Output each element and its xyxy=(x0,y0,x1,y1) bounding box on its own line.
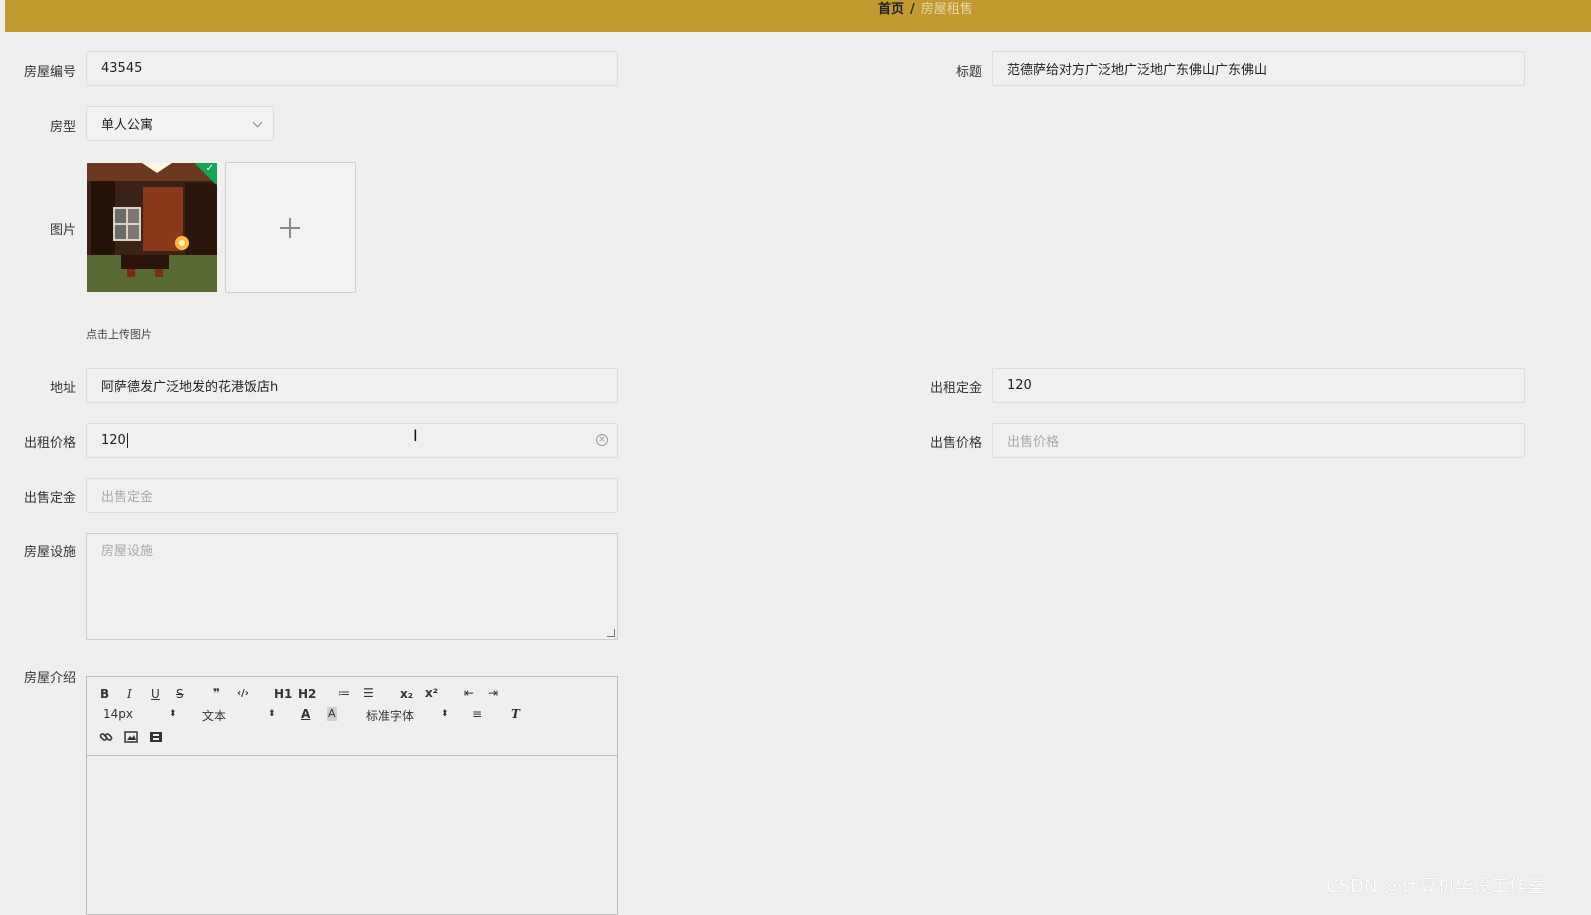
facilities-label: 房屋设施 xyxy=(23,545,76,560)
uploaded-photo[interactable]: ✓ xyxy=(87,163,217,292)
code-button[interactable]: ‹/› xyxy=(237,687,249,701)
font-size-arrows-icon: ⬍ xyxy=(169,709,177,719)
breadcrumb-home[interactable]: 首页 xyxy=(878,2,904,17)
background-color-button[interactable]: A xyxy=(327,707,337,721)
address-input[interactable]: 阿萨德发广泛地发的花港饭店h xyxy=(86,368,618,403)
intro-label: 房屋介绍 xyxy=(23,671,76,686)
title-label: 标题 xyxy=(955,65,982,80)
house-no-label: 房屋编号 xyxy=(23,65,76,80)
image-icon[interactable] xyxy=(124,731,138,743)
breadcrumb-current: 房屋租售 xyxy=(920,2,973,17)
strike-button[interactable]: S xyxy=(176,687,184,701)
blockquote-button[interactable]: ❞ xyxy=(213,686,220,700)
resize-handle[interactable] xyxy=(607,629,615,637)
video-icon[interactable] xyxy=(149,731,163,743)
house-no-input[interactable]: 43545 xyxy=(86,51,618,86)
house-type-select[interactable]: 单人公寓 xyxy=(86,106,274,141)
editor-content-area[interactable] xyxy=(87,756,617,915)
text-caret xyxy=(126,433,128,448)
breadcrumb-separator: / xyxy=(910,2,915,17)
sale-deposit-input[interactable]: 出售定金 xyxy=(86,478,618,513)
facilities-textarea[interactable]: 房屋设施 xyxy=(86,533,618,640)
house-type-value: 单人公寓 xyxy=(101,118,154,133)
rent-deposit-value: 120 xyxy=(1007,378,1032,393)
room-photo-image xyxy=(87,163,217,292)
h2-button[interactable]: H2 xyxy=(298,687,316,701)
editor-toolbar: B I U S ❞ ‹/› H1 H2 ≔ ☰ x₂ x² ⇤ ⇥ 14px ⬍… xyxy=(87,677,617,756)
top-bar: 首页 / 房屋租售 xyxy=(5,0,1591,32)
sale-price-placeholder: 出售价格 xyxy=(1007,435,1060,450)
ordered-list-button[interactable]: ≔ xyxy=(338,686,350,700)
bullet-list-button[interactable]: ☰ xyxy=(363,686,374,700)
indent-button[interactable]: ⇥ xyxy=(488,686,498,700)
sale-price-input[interactable]: 出售价格 xyxy=(992,423,1525,458)
address-label: 地址 xyxy=(49,381,76,396)
house-type-label: 房型 xyxy=(49,120,76,135)
block-type-arrows-icon: ⬍ xyxy=(268,709,276,719)
house-no-value: 43545 xyxy=(101,61,143,76)
facilities-placeholder: 房屋设施 xyxy=(101,544,154,559)
rent-deposit-input[interactable]: 120 xyxy=(992,368,1525,403)
sale-deposit-placeholder: 出售定金 xyxy=(101,490,154,505)
sale-price-label: 出售价格 xyxy=(929,436,982,451)
rent-price-value: 120 xyxy=(101,433,126,448)
image-label: 图片 xyxy=(49,223,76,238)
bold-button[interactable]: B xyxy=(100,687,109,701)
sale-deposit-label: 出售定金 xyxy=(23,491,76,506)
watermark: CSDN @计算机毕设工作室 xyxy=(1326,876,1546,897)
rent-deposit-label: 出租定金 xyxy=(929,381,982,396)
title-value: 范德萨给对方广泛地广泛地广东佛山广东佛山 xyxy=(1007,63,1268,78)
title-input[interactable]: 范德萨给对方广泛地广泛地广东佛山广东佛山 xyxy=(992,51,1525,86)
font-size-select[interactable]: 14px xyxy=(103,707,133,721)
breadcrumb: 首页 / 房屋租售 xyxy=(878,2,973,18)
clear-icon[interactable]: × xyxy=(596,434,608,446)
superscript-button[interactable]: x² xyxy=(425,686,438,700)
align-button[interactable]: ≡ xyxy=(472,707,482,721)
outdent-button[interactable]: ⇤ xyxy=(464,686,474,700)
upload-hint: 点击上传图片 xyxy=(86,328,152,341)
rich-text-editor: B I U S ❞ ‹/› H1 H2 ≔ ☰ x₂ x² ⇤ ⇥ 14px ⬍… xyxy=(86,676,618,915)
font-family-arrows-icon: ⬍ xyxy=(441,709,449,719)
check-icon: ✓ xyxy=(205,163,214,174)
plus-icon-vertical xyxy=(289,218,291,238)
font-family-select[interactable]: 标准字体 xyxy=(366,707,414,724)
chevron-down-icon xyxy=(252,117,263,128)
italic-button[interactable]: I xyxy=(127,687,132,701)
upload-add-button[interactable] xyxy=(225,162,356,293)
font-color-button[interactable]: A xyxy=(301,707,310,721)
address-value: 阿萨德发广泛地发的花港饭店h xyxy=(101,380,279,395)
mouse-text-cursor-icon: I xyxy=(413,426,418,445)
clear-format-button[interactable]: T xyxy=(511,707,520,721)
underline-button[interactable]: U xyxy=(151,687,160,701)
rent-price-label: 出租价格 xyxy=(23,436,76,451)
rent-price-input[interactable]: 120 × xyxy=(86,423,618,458)
subscript-button[interactable]: x₂ xyxy=(400,687,413,701)
link-icon[interactable] xyxy=(99,730,113,744)
block-type-select[interactable]: 文本 xyxy=(202,707,226,724)
h1-button[interactable]: H1 xyxy=(274,687,292,701)
